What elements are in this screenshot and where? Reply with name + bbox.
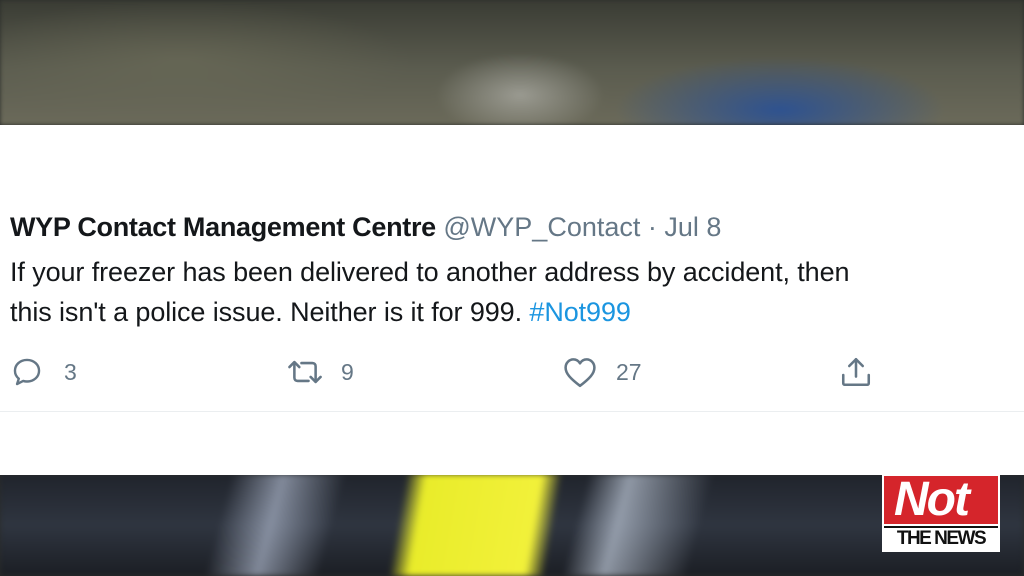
- tweet-text-line-2-plain: this isn't a police issue. Neither is it…: [10, 297, 522, 327]
- video-frame: WYP Contact Management Centre @WYP_Conta…: [0, 0, 1024, 576]
- retweet-button[interactable]: 9: [285, 352, 354, 392]
- tweet-divider: [0, 411, 1024, 412]
- author-handle[interactable]: @WYP_Contact: [443, 212, 640, 242]
- reply-count: 3: [64, 358, 77, 385]
- heart-icon: [562, 355, 598, 389]
- like-button[interactable]: 27: [562, 352, 642, 392]
- retweet-count: 9: [341, 358, 354, 385]
- hashtag-link[interactable]: #Not999: [529, 297, 630, 327]
- header-separator: ·: [647, 212, 657, 242]
- tweet-text: If your freezer has been delivered to an…: [10, 252, 1020, 332]
- retweet-icon: [285, 355, 325, 389]
- reply-button[interactable]: 3: [10, 352, 77, 392]
- blurred-background-bottom: [0, 474, 1024, 576]
- author-name[interactable]: WYP Contact Management Centre: [10, 212, 436, 242]
- logo-red-panel: Not: [884, 476, 998, 524]
- like-count: 27: [616, 358, 642, 385]
- tweet-text-line-1: If your freezer has been delivered to an…: [10, 257, 850, 287]
- tweet-date[interactable]: Jul 8: [664, 212, 721, 242]
- share-icon: [838, 354, 874, 390]
- tweet-text-line-2: this isn't a police issue. Neither is it…: [10, 292, 1020, 332]
- blurred-background-top: [0, 0, 1024, 125]
- logo-the-news-text: THE NEWS: [884, 526, 998, 550]
- logo-not-text: Not: [894, 476, 970, 524]
- share-button[interactable]: [838, 352, 874, 392]
- tweet-header: WYP Contact Management Centre @WYP_Conta…: [10, 207, 721, 247]
- reply-icon: [10, 355, 44, 389]
- not-the-news-logo: Not THE NEWS: [882, 474, 1000, 552]
